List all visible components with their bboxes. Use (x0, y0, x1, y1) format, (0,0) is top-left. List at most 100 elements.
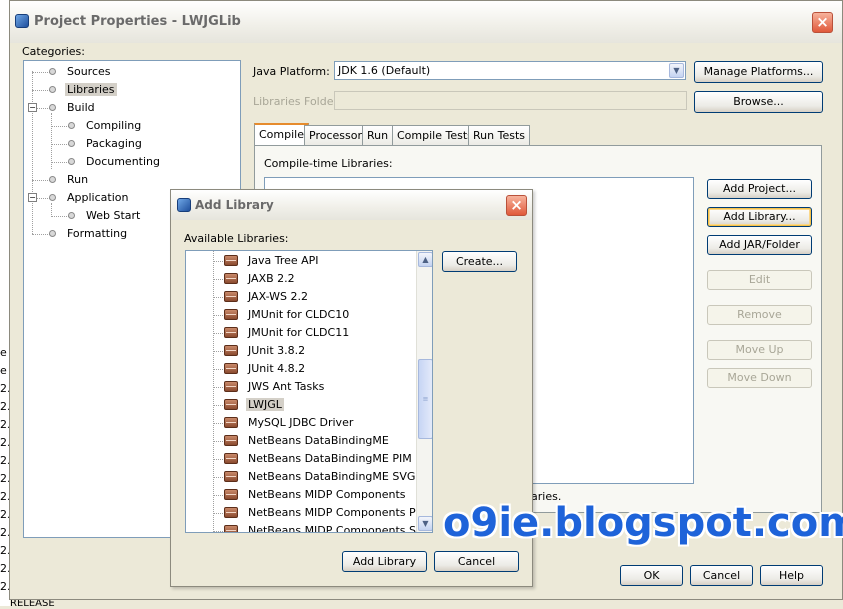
library-item[interactable]: NetBeans DataBindingME SVG (186, 468, 416, 486)
tree-item-run[interactable]: Run (67, 173, 88, 186)
library-item-label: JAXB 2.2 (248, 272, 295, 285)
library-item[interactable]: JMUnit for CLDC11 (186, 324, 416, 342)
tree-node-icon (49, 68, 56, 75)
close-icon[interactable]: × (812, 12, 833, 33)
java-platform-value: JDK 1.6 (Default) (338, 64, 431, 77)
compile-time-label: Compile-time Libraries: (264, 157, 393, 170)
library-item[interactable]: LWJGL (186, 396, 416, 414)
library-item[interactable]: JAXB 2.2 (186, 270, 416, 288)
list-scrollbar[interactable]: ▲ ≡ ▼ (416, 251, 432, 532)
add-library-confirm-button[interactable]: Add Library (342, 551, 427, 572)
library-item-label: NetBeans MIDP Components SVG (248, 524, 433, 533)
ok-button[interactable]: OK (620, 565, 683, 586)
bg-text: e (0, 346, 7, 359)
tab-run-tests[interactable]: Run Tests (468, 125, 530, 145)
tree-item-application[interactable]: Application (67, 191, 128, 204)
library-item[interactable]: NetBeans MIDP Components (186, 486, 416, 504)
library-item[interactable]: NetBeans DataBindingME PIM (186, 450, 416, 468)
tree-item-sources[interactable]: Sources (67, 65, 111, 78)
scroll-up-icon[interactable]: ▲ (418, 252, 432, 267)
add-jar-folder-button[interactable]: Add JAR/Folder (707, 235, 812, 255)
available-libraries-list[interactable]: Java Tree API JAXB 2.2 JAX-WS 2.2 JMUnit fo… (185, 250, 433, 533)
create-library-button[interactable]: Create... (442, 251, 517, 272)
library-item[interactable]: JUnit 3.8.2 (186, 342, 416, 360)
tree-node-icon (68, 158, 75, 165)
help-button[interactable]: Help (760, 565, 823, 586)
library-item-label: NetBeans DataBindingME (248, 434, 389, 447)
add-library-cancel-button[interactable]: Cancel (434, 551, 519, 572)
collapse-icon[interactable]: − (28, 103, 37, 112)
categories-label: Categories: (22, 45, 85, 58)
library-item[interactable]: JWS Ant Tasks (186, 378, 416, 396)
chevron-down-icon[interactable]: ▼ (669, 63, 684, 78)
add-library-title: Add Library (195, 198, 274, 212)
library-icon (224, 471, 238, 482)
move-up-button[interactable]: Move Up (707, 340, 812, 360)
library-item[interactable]: NetBeans DataBindingME (186, 432, 416, 450)
library-item-label: NetBeans DataBindingME SVG (248, 470, 416, 483)
java-platform-select[interactable]: JDK 1.6 (Default) ▼ (334, 61, 686, 80)
tab-compile[interactable]: Compile (254, 123, 309, 145)
tree-node-icon (68, 140, 75, 147)
add-project-button[interactable]: Add Project... (707, 179, 812, 199)
cancel-button[interactable]: Cancel (690, 565, 753, 586)
tree-item-compiling[interactable]: Compiling (86, 119, 141, 132)
tab-strip: Compile Processor Run Compile Tests Run … (254, 123, 532, 147)
library-icon (224, 507, 238, 518)
tree-item-formatting[interactable]: Formatting (67, 227, 127, 240)
library-icon (224, 525, 238, 532)
browse-button[interactable]: Browse... (694, 91, 823, 113)
tree-item-web-start[interactable]: Web Start (86, 209, 140, 222)
bg-text: e (0, 364, 7, 377)
edit-button[interactable]: Edit (707, 270, 812, 290)
library-item-label: NetBeans MIDP Components (248, 488, 406, 501)
library-item[interactable]: JAX-WS 2.2 (186, 288, 416, 306)
library-item[interactable]: NetBeans MIDP Components PDA (186, 504, 431, 522)
library-icon (224, 363, 238, 374)
java-platform-label: Java Platform: (253, 65, 330, 78)
remove-button[interactable]: Remove (707, 305, 812, 325)
library-item-label: JAX-WS 2.2 (248, 290, 308, 303)
tab-processor[interactable]: Processor (304, 125, 367, 145)
tree-item-libraries[interactable]: Libraries (65, 83, 117, 96)
scroll-thumb[interactable]: ≡ (418, 359, 432, 439)
library-item[interactable]: MySQL JDBC Driver (186, 414, 416, 432)
library-item-label: JMUnit for CLDC10 (248, 308, 350, 321)
close-icon[interactable]: × (506, 195, 527, 216)
manage-platforms-button[interactable]: Manage Platforms... (694, 61, 823, 83)
library-item[interactable]: Java Tree API (186, 252, 416, 270)
move-down-button[interactable]: Move Down (707, 368, 812, 388)
library-item[interactable]: NetBeans MIDP Components SVG (186, 522, 432, 532)
add-library-button[interactable]: Add Library... (707, 207, 812, 227)
library-icon (224, 453, 238, 464)
blog-watermark: o9ie.blogspot.com (443, 500, 843, 546)
library-icon (224, 273, 238, 284)
tab-run[interactable]: Run (362, 125, 394, 145)
tree-node-icon (49, 176, 56, 183)
library-item-label: JUnit 4.8.2 (248, 362, 306, 375)
library-item-label: MySQL JDBC Driver (248, 416, 354, 429)
tree-node-icon (49, 194, 56, 201)
tree-item-build[interactable]: Build (67, 101, 95, 114)
library-item[interactable]: JUnit 4.8.2 (186, 360, 416, 378)
title-bar[interactable]: Project Properties - LWJGLib × (10, 1, 842, 43)
add-library-title-bar[interactable]: Add Library × (171, 190, 532, 220)
tree-item-packaging[interactable]: Packaging (86, 137, 142, 150)
dialog-title: Project Properties - LWJGLib (34, 14, 241, 29)
library-item-label: JWS Ant Tasks (248, 380, 325, 393)
library-item-label: Java Tree API (248, 254, 319, 267)
tree-item-documenting[interactable]: Documenting (86, 155, 160, 168)
library-icon (224, 345, 238, 356)
library-item-label: LWJGL (246, 398, 284, 411)
tree-node-icon (68, 212, 75, 219)
libraries-folder-input[interactable] (334, 91, 687, 110)
library-item-label: JUnit 3.8.2 (248, 344, 306, 357)
library-icon (224, 381, 238, 392)
library-icon (224, 417, 238, 428)
scroll-down-icon[interactable]: ▼ (418, 516, 432, 531)
tab-compile-tests[interactable]: Compile Tests (392, 125, 478, 145)
library-item[interactable]: JMUnit for CLDC10 (186, 306, 416, 324)
collapse-icon[interactable]: − (28, 193, 37, 202)
tree-node-icon (49, 86, 56, 93)
libraries-rows: Java Tree API JAXB 2.2 JAX-WS 2.2 JMUnit fo… (186, 251, 432, 532)
